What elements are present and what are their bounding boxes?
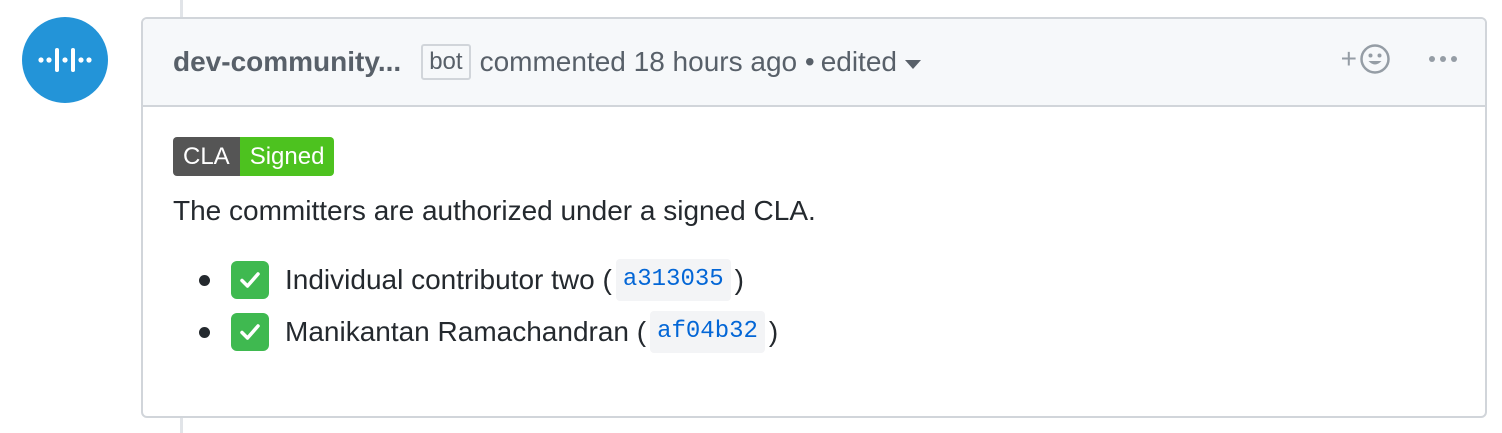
badge-left: CLA [173,137,240,176]
committer-name: Manikantan Ramachandran [285,316,629,347]
kebab-horizontal-icon[interactable] [1429,56,1457,62]
white-check-mark-icon [231,261,269,299]
bot-label: bot [421,43,471,81]
caret-down-icon [904,59,921,69]
committer-list: Individual contributor two ( a313035 ) M… [173,254,1485,358]
reaction-plus: + [1340,43,1357,74]
edited-dropdown[interactable]: edited [821,46,921,78]
edited-label: edited [820,46,897,77]
white-check-mark-icon [231,313,269,351]
add-reaction-button[interactable]: + [1341,43,1391,75]
smiley-icon [1360,44,1390,74]
dev-community-logo-icon [38,48,92,72]
avatar[interactable] [22,17,108,103]
bullet [199,326,210,338]
list-item: Individual contributor two ( a313035 ) [173,254,1485,306]
header-actions: + [1341,43,1457,75]
commit-sha-link[interactable]: af04b32 [650,311,765,353]
commit-sha-link[interactable]: a313035 [615,259,731,301]
list-item: Manikantan Ramachandran ( af04b32 ) [173,306,1485,358]
author-name[interactable]: dev-community... [173,46,401,78]
bullet [199,274,210,286]
badge-right: Signed [239,137,335,176]
comment-card: dev-community... bot commented 18 hours … [141,17,1487,418]
comment-timestamp[interactable]: commented 18 hours ago • [480,46,815,78]
comment-body: CLA Signed The committers are authorized… [143,107,1485,358]
comment-header: dev-community... bot commented 18 hours … [143,19,1485,107]
cla-statement: The committers are authorized under a si… [173,195,816,226]
committer-name: Individual contributor two [285,264,595,295]
cla-signed-badge[interactable]: CLA Signed [173,137,335,176]
